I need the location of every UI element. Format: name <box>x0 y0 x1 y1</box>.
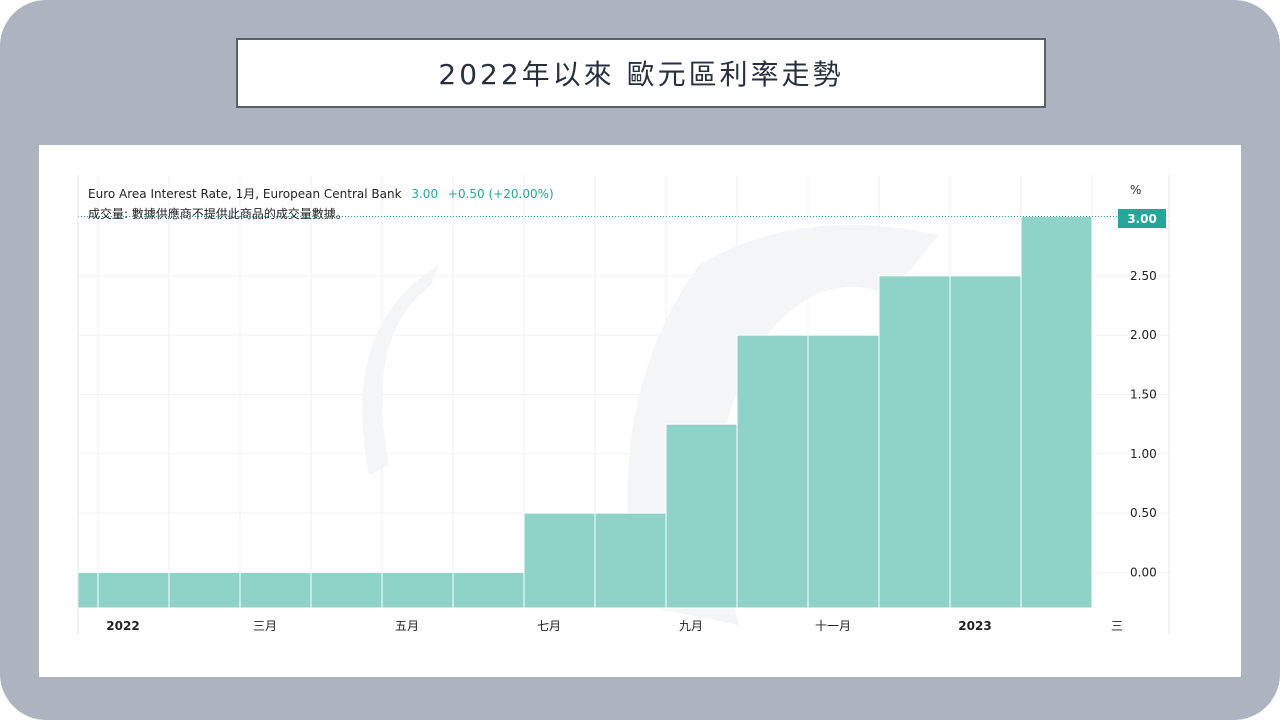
x-tick-label: 2023 <box>958 619 991 633</box>
x-tick-label: 2022 <box>106 619 139 633</box>
bar <box>77 571 99 609</box>
bar <box>665 423 738 609</box>
bar <box>452 571 525 609</box>
y-axis-unit: % <box>1130 183 1142 197</box>
bar <box>949 275 1022 609</box>
bar <box>878 275 951 609</box>
bar <box>1020 216 1093 609</box>
y-tick-label: 2.50 <box>1130 269 1157 283</box>
slide-frame: 2022年以來 歐元區利率走勢 0.00 0.50 1.00 1.50 2.00 2.50… <box>0 0 1280 720</box>
bar <box>97 571 170 609</box>
y-tick-label: 2.00 <box>1130 328 1157 342</box>
x-tick-label: 十一月 <box>815 619 851 633</box>
legend-last-value: 3.00 <box>411 187 439 201</box>
chart-panel: 0.00 0.50 1.00 1.50 2.00 2.50 2022 三月 五月 七月 九月 十一月 2… <box>39 145 1241 677</box>
bar <box>807 334 880 609</box>
y-tick-label: 1.00 <box>1130 447 1157 461</box>
interest-rate-chart: 0.00 0.50 1.00 1.50 2.00 2.50 2022 三月 五月 七月 九月 十一月 2… <box>77 175 1171 635</box>
y-tick-label: 1.50 <box>1130 387 1157 401</box>
page-title: 2022年以來 歐元區利率走勢 <box>236 38 1046 108</box>
bar <box>381 571 454 609</box>
bar <box>594 512 667 609</box>
bar <box>523 512 596 609</box>
y-tick-label: 0.50 <box>1130 506 1157 520</box>
x-tick-label: 九月 <box>679 619 703 633</box>
x-tick-label: 三 <box>1111 619 1123 633</box>
bar <box>310 571 383 609</box>
legend-volume-note: 成交量: 數據供應商不提供此商品的成交量數據。 <box>88 207 348 221</box>
x-tick-label: 五月 <box>395 619 419 633</box>
legend-change: +0.50 (+20.00%) <box>447 187 554 201</box>
chart-legend: Euro Area Interest Rate, 1月, European Ce… <box>88 185 554 202</box>
watermark-arrow <box>362 265 439 475</box>
legend-series-label: Euro Area Interest Rate, 1月, European Ce… <box>88 187 402 201</box>
bar <box>168 571 241 609</box>
last-price-badge: 3.00 <box>1118 209 1166 228</box>
bar <box>239 571 312 609</box>
bar <box>736 334 809 609</box>
y-tick-label: 0.00 <box>1130 565 1157 579</box>
x-tick-label: 三月 <box>253 619 277 633</box>
x-tick-label: 七月 <box>537 619 561 633</box>
